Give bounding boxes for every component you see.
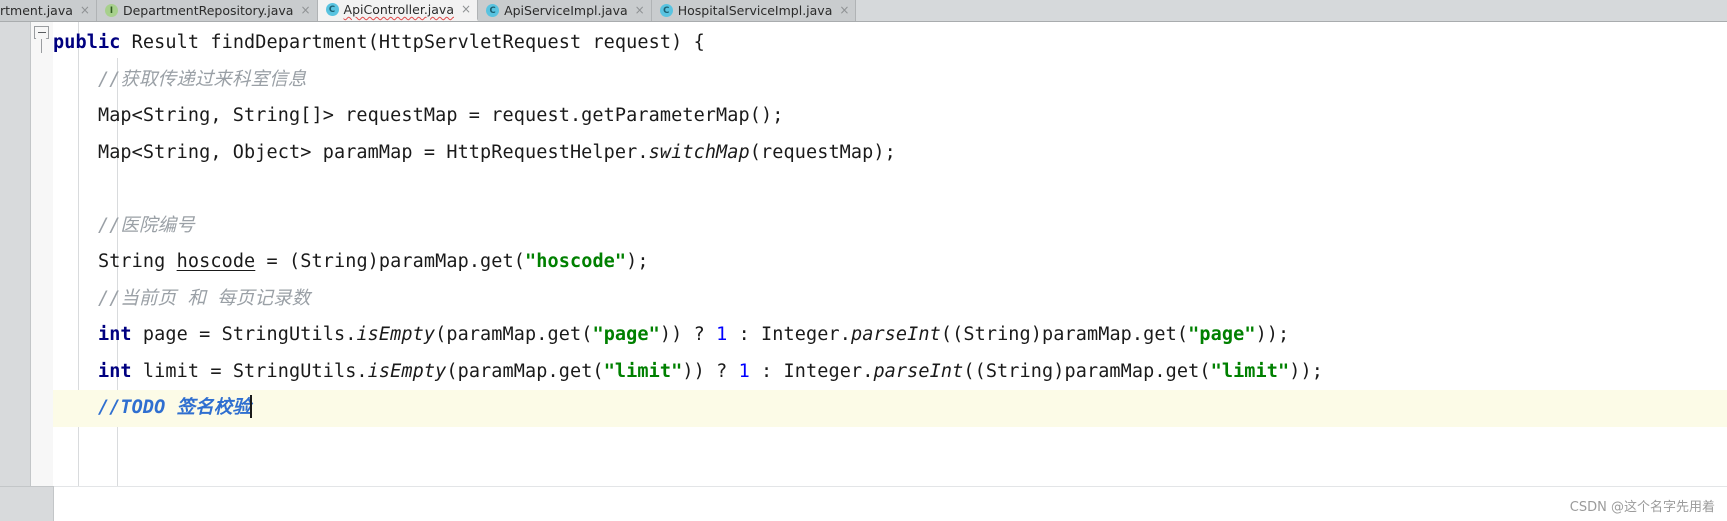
code-token: "page" <box>1188 324 1256 345</box>
code-token: )); <box>1289 360 1323 382</box>
collapse-fold-icon[interactable] <box>34 26 49 39</box>
code-token: : Integer. <box>727 324 851 345</box>
editor-tab-rtment[interactable]: rtment.java × <box>0 0 97 21</box>
csdn-watermark: CSDN @这个名字先用着 <box>1569 500 1715 515</box>
code-token: //获取传递过来科室信息 <box>97 68 307 90</box>
tab-close-icon[interactable]: × <box>461 0 471 20</box>
line-limit[interactable]: int limit = StringUtils.isEmpty(paramMap… <box>53 354 1727 391</box>
code-token: Map<String, Object> paramMap = HttpReque… <box>97 141 649 163</box>
code-token: parseInt <box>873 360 964 382</box>
code-token: parseInt <box>850 324 941 345</box>
code-token: ); <box>626 251 649 272</box>
code-folding-strip[interactable] <box>31 22 53 521</box>
code-token: switchMap <box>648 141 750 163</box>
class-icon: C <box>659 4 673 17</box>
code-lines[interactable]: public Result findDepartment(HttpServlet… <box>53 22 1727 427</box>
code-token: : Integer. <box>749 360 874 382</box>
line-comment-hospital-code[interactable]: //医院编号 <box>53 208 1727 245</box>
code-token: public <box>53 32 121 53</box>
code-token: )); <box>1255 324 1290 345</box>
code-token: hoscode <box>176 251 256 272</box>
code-editor[interactable]: public Result findDepartment(HttpServlet… <box>0 22 1727 521</box>
line-comment-page[interactable]: //当前页 和 每页记录数 <box>53 281 1727 318</box>
tab-label: ApiController.java <box>343 2 454 17</box>
code-token: ((String)paramMap.get( <box>963 360 1211 382</box>
line-comment-params[interactable]: //获取传递过来科室信息 <box>53 62 1727 99</box>
code-token: isEmpty <box>367 360 447 382</box>
editor-gutter[interactable] <box>0 22 31 521</box>
gutter-bottom-filler <box>0 486 54 521</box>
code-token: Map<String, String[]> requestMap = reque… <box>97 105 784 126</box>
line-hoscode[interactable]: String hoscode = (String)paramMap.get("h… <box>53 244 1727 281</box>
class-icon: C <box>325 3 339 16</box>
code-token: page = StringUtils. <box>131 324 357 345</box>
line-blank-1[interactable] <box>53 171 1727 208</box>
code-token: )) ? <box>659 324 717 345</box>
text-caret <box>250 395 253 418</box>
code-token: int <box>97 360 132 382</box>
code-token: = (String)paramMap.get( <box>255 251 526 272</box>
editor-tab-hospitalserviceimpl[interactable]: C HospitalServiceImpl.java × <box>651 0 857 21</box>
class-icon: C <box>486 4 500 17</box>
code-token: (requestMap); <box>749 141 896 163</box>
line-page[interactable]: int page = StringUtils.isEmpty(paramMap.… <box>53 317 1727 354</box>
tab-close-icon[interactable]: × <box>635 0 645 21</box>
line-method-signature[interactable]: public Result findDepartment(HttpServlet… <box>53 25 1727 62</box>
code-token: "hoscode" <box>525 251 627 272</box>
tab-label: HospitalServiceImpl.java <box>677 3 833 18</box>
code-token: ((String)paramMap.get( <box>940 324 1189 345</box>
tab-label: ApiServiceImpl.java <box>504 3 628 18</box>
code-token: 1 <box>716 324 728 345</box>
code-token: String <box>97 251 177 272</box>
code-token: Result findDepartment <box>120 32 368 53</box>
code-token: //医院编号 <box>97 214 195 236</box>
code-token: (paramMap.get( <box>435 324 593 345</box>
code-content-area[interactable]: public Result findDepartment(HttpServlet… <box>53 22 1727 521</box>
code-token: )) ? <box>682 360 739 382</box>
tab-label: DepartmentRepository.java <box>122 3 294 18</box>
tab-label: rtment.java <box>0 3 73 18</box>
line-param-map[interactable]: Map<String, Object> paramMap = HttpReque… <box>53 135 1727 172</box>
fold-region-line <box>41 39 42 53</box>
code-token: (HttpServletRequest request) { <box>367 32 705 53</box>
code-token: "page" <box>592 324 660 345</box>
editor-tab-apicontroller[interactable]: C ApiController.java × <box>317 0 479 21</box>
editor-bottom-strip <box>53 486 1727 521</box>
code-token: 1 <box>738 360 750 382</box>
interface-icon: I <box>104 4 118 17</box>
editor-tab-bar: rtment.java × I DepartmentRepository.java × C… <box>0 0 1727 22</box>
editor-tab-departmentrepository[interactable]: I DepartmentRepository.java × <box>96 0 318 21</box>
code-token: int <box>97 324 132 345</box>
code-token: //当前页 和 每页记录数 <box>97 287 311 309</box>
code-token: //TODO 签名校验 <box>97 397 252 418</box>
tab-close-icon[interactable]: × <box>80 0 90 21</box>
line-request-map[interactable]: Map<String, String[]> requestMap = reque… <box>53 98 1727 135</box>
tab-bar-empty-space <box>856 0 1727 21</box>
code-token: "limit" <box>603 360 683 382</box>
code-token: limit = StringUtils. <box>131 360 368 382</box>
tab-close-icon[interactable]: × <box>300 0 310 21</box>
code-token: (paramMap.get( <box>446 360 604 382</box>
line-todo[interactable]: //TODO 签名校验 <box>53 390 1727 427</box>
tab-close-icon[interactable]: × <box>839 0 849 21</box>
code-token: "limit" <box>1210 360 1290 382</box>
editor-tab-apiserviceimpl[interactable]: C ApiServiceImpl.java × <box>478 0 652 21</box>
code-token: isEmpty <box>356 324 436 345</box>
